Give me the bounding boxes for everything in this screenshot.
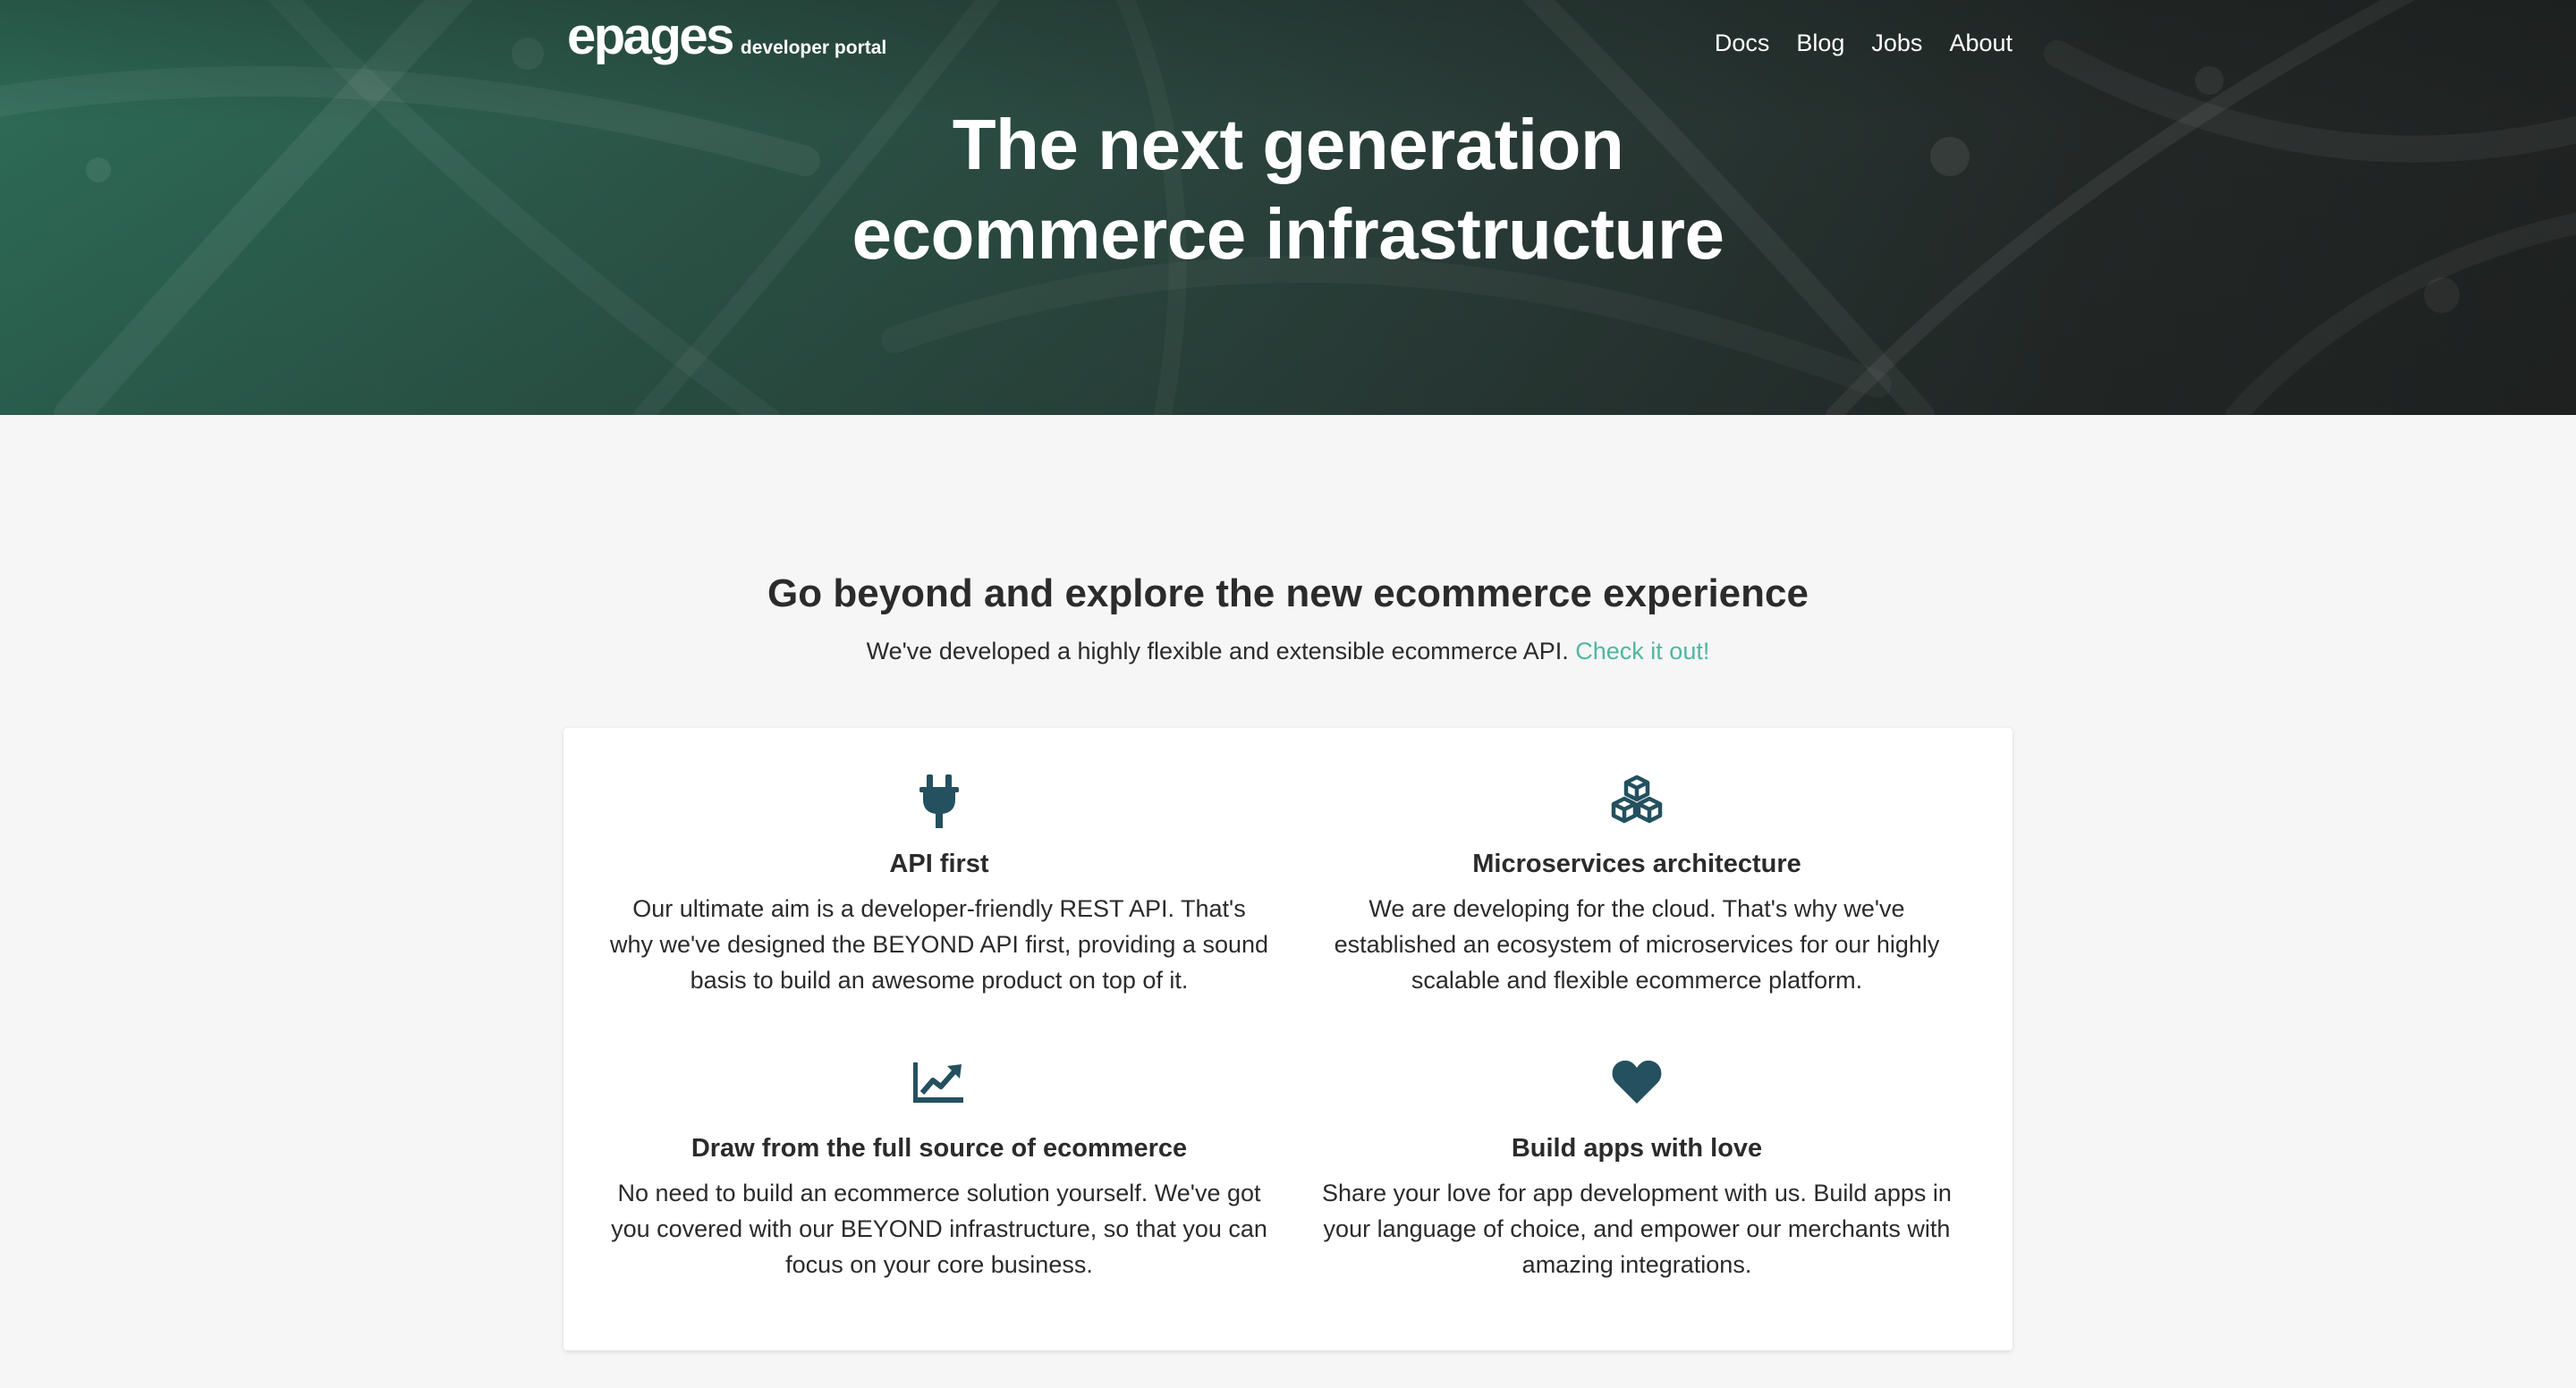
hero-title-line-1: The next generation	[952, 105, 1624, 184]
feature-build-apps: Build apps with love Share your love for…	[1306, 1059, 1968, 1282]
nav-link-docs[interactable]: Docs	[1715, 27, 1770, 59]
hero-banner: epages developer portal Docs Blog Jobs A…	[0, 0, 2576, 415]
features-card: API first Our ultimate aim is a develope…	[564, 728, 2012, 1350]
nav-link-blog[interactable]: Blog	[1796, 27, 1844, 59]
feature-description: No need to build an ecommerce solution y…	[611, 1180, 1267, 1278]
check-it-out-link[interactable]: Check it out!	[1575, 638, 1709, 664]
feature-full-source: Draw from the full source of ecommerce N…	[608, 1059, 1270, 1282]
feature-title: Microservices architecture	[1472, 850, 1801, 878]
feature-title: API first	[889, 850, 989, 878]
intro-text: We've developed a highly flexible and ex…	[0, 633, 2576, 669]
feature-microservices: Microservices architecture We are develo…	[1306, 774, 1968, 998]
hero-title: The next generation ecommerce infrastruc…	[0, 100, 2576, 279]
intro-description: We've developed a highly flexible and ex…	[866, 638, 1569, 664]
feature-title: Draw from the full source of ecommerce	[691, 1134, 1188, 1163]
main-nav: Docs Blog Jobs About	[1715, 27, 2012, 59]
feature-api-first: API first Our ultimate aim is a develope…	[608, 774, 1270, 998]
line-chart-icon	[608, 1059, 1270, 1116]
top-navigation-bar: epages developer portal Docs Blog Jobs A…	[564, 0, 2012, 89]
hero-title-line-2: ecommerce infrastructure	[852, 194, 1724, 274]
feature-description: We are developing for the cloud. That's …	[1334, 895, 1940, 994]
epages-logo[interactable]: epages developer portal	[567, 11, 886, 63]
heart-icon	[1306, 1059, 1968, 1116]
feature-description: Our ultimate aim is a developer-friendly…	[609, 895, 1269, 994]
intro-section: Go beyond and explore the new ecommerce …	[0, 565, 2576, 669]
nav-link-about[interactable]: About	[1949, 27, 2012, 59]
feature-title: Build apps with love	[1511, 1134, 1763, 1163]
plug-icon	[608, 774, 1270, 832]
cubes-icon	[1306, 774, 1968, 832]
logo-wordmark: epages	[567, 7, 734, 65]
intro-heading: Go beyond and explore the new ecommerce …	[767, 571, 1809, 615]
nav-link-jobs[interactable]: Jobs	[1871, 27, 1922, 59]
feature-description: Share your love for app development with…	[1322, 1180, 1952, 1278]
logo-subtitle: developer portal	[740, 38, 887, 58]
